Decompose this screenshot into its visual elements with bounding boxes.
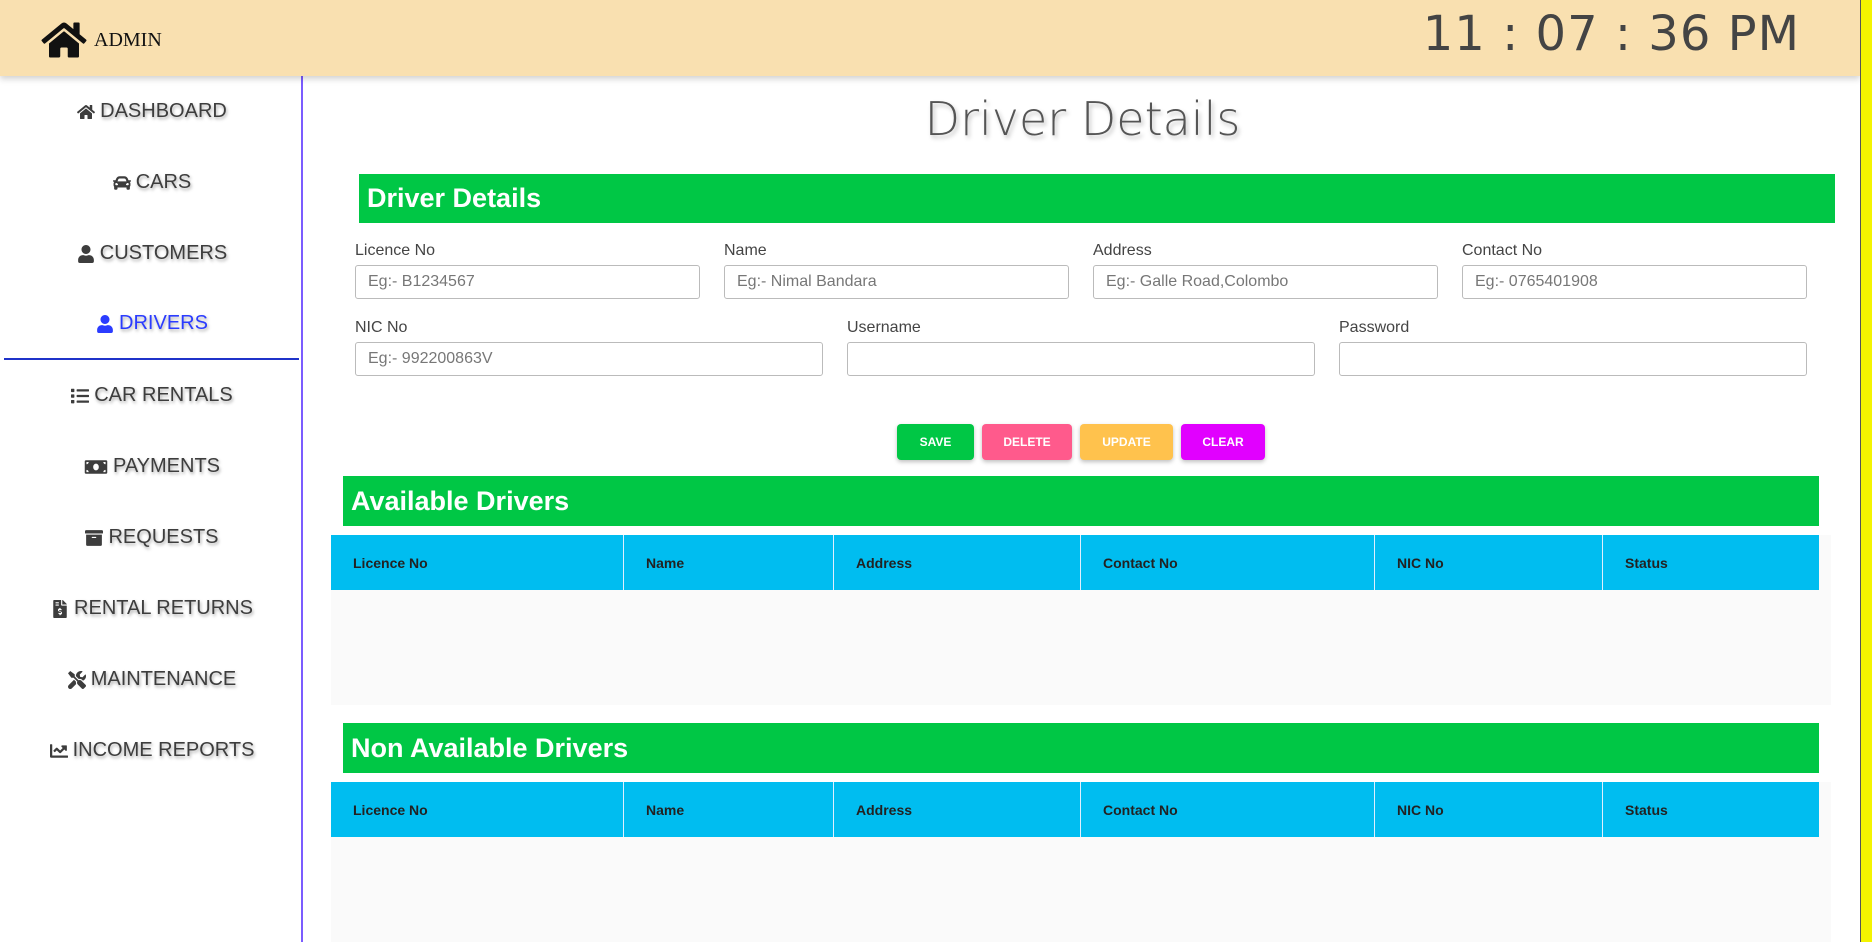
list-icon: [70, 386, 90, 406]
name-input[interactable]: [724, 265, 1069, 299]
address-input[interactable]: [1093, 265, 1438, 299]
column-header-nic[interactable]: NIC No: [1375, 782, 1603, 837]
home-icon: [76, 102, 96, 122]
password-label: Password: [1339, 319, 1410, 336]
sidebar-item-label: PAYMENTS: [112, 455, 221, 477]
clear-button[interactable]: CLEAR: [1181, 424, 1265, 460]
form-section-header: Driver Details: [359, 174, 1835, 223]
sidebar-item-label: DRIVERS: [119, 312, 208, 334]
update-button[interactable]: UPDATE: [1080, 424, 1173, 460]
car-icon: [112, 173, 132, 193]
available-drivers-table: Licence No Name Address Contact No NIC N…: [331, 535, 1831, 705]
nic-input[interactable]: [355, 342, 823, 376]
save-button[interactable]: SAVE: [897, 424, 974, 460]
delete-button[interactable]: DELETE: [982, 424, 1072, 460]
sidebar-item-car-rentals[interactable]: CAR RENTALS: [4, 360, 299, 431]
sidebar-item-cars[interactable]: CARS: [4, 147, 299, 218]
sidebar-item-label: DASHBOARD: [100, 100, 227, 122]
sidebar-item-label: RENTAL RETURNS: [74, 597, 253, 619]
table-header-row: Licence No Name Address Contact No NIC N…: [331, 782, 1819, 837]
available-drivers-header: Available Drivers: [343, 476, 1819, 526]
sidebar-item-income-reports[interactable]: INCOME REPORTS: [4, 715, 299, 786]
sidebar-item-customers[interactable]: CUSTOMERS: [4, 218, 299, 289]
scrollbar[interactable]: [1860, 0, 1872, 942]
brand[interactable]: ADMIN: [40, 20, 162, 60]
address-label: Address: [1093, 242, 1152, 259]
name-label: Name: [724, 242, 767, 259]
sidebar-item-label: MAINTENANCE: [90, 668, 237, 690]
sidebar-item-label: CAR RENTALS: [94, 384, 233, 406]
sidebar-item-label: CUSTOMERS: [99, 242, 228, 264]
contact-input[interactable]: [1462, 265, 1807, 299]
page-title: Driver Details: [924, 92, 1241, 146]
username-label: Username: [847, 319, 921, 336]
column-header-status[interactable]: Status: [1603, 782, 1819, 837]
username-input[interactable]: [847, 342, 1315, 376]
sidebar-item-label: INCOME REPORTS: [72, 739, 255, 761]
archive-icon: [84, 528, 104, 548]
column-header-licence[interactable]: Licence No: [331, 782, 624, 837]
sidebar-item-drivers[interactable]: DRIVERS: [4, 289, 299, 360]
tools-icon: [67, 670, 87, 690]
top-bar: ADMIN 11 : 07 : 36 PM: [0, 0, 1860, 76]
clock: 11 : 07 : 36 PM: [1422, 6, 1800, 62]
sidebar-item-payments[interactable]: PAYMENTS: [4, 431, 299, 502]
column-header-licence[interactable]: Licence No: [331, 535, 624, 590]
column-header-address[interactable]: Address: [834, 782, 1081, 837]
sidebar-item-maintenance[interactable]: MAINTENANCE: [4, 644, 299, 715]
licence-input[interactable]: [355, 265, 700, 299]
user-icon: [76, 244, 96, 264]
user-icon: [95, 314, 115, 334]
nic-label: NIC No: [355, 319, 408, 336]
chart-line-icon: [49, 741, 69, 761]
password-input[interactable]: [1339, 342, 1807, 376]
sidebar: DASHBOARD CARS CUSTOMERS DRIVERS CAR REN…: [0, 76, 303, 942]
invoice-icon: [50, 599, 70, 619]
column-header-status[interactable]: Status: [1603, 535, 1819, 590]
column-header-name[interactable]: Name: [624, 782, 834, 837]
table-header-row: Licence No Name Address Contact No NIC N…: [331, 535, 1819, 590]
licence-label: Licence No: [355, 242, 436, 259]
brand-label: ADMIN: [94, 28, 162, 51]
sidebar-item-dashboard[interactable]: DASHBOARD: [4, 76, 299, 147]
non-available-drivers-table: Licence No Name Address Contact No NIC N…: [331, 782, 1831, 942]
sidebar-item-requests[interactable]: REQUESTS: [4, 502, 299, 573]
column-header-address[interactable]: Address: [834, 535, 1081, 590]
main-content: Driver Details Driver Details Licence No…: [305, 76, 1860, 942]
money-icon: [83, 457, 109, 477]
column-header-nic[interactable]: NIC No: [1375, 535, 1603, 590]
column-header-contact[interactable]: Contact No: [1081, 535, 1375, 590]
column-header-contact[interactable]: Contact No: [1081, 782, 1375, 837]
contact-label: Contact No: [1462, 242, 1543, 259]
sidebar-item-rental-returns[interactable]: RENTAL RETURNS: [4, 573, 299, 644]
sidebar-item-label: CARS: [135, 171, 192, 193]
sidebar-item-label: REQUESTS: [108, 526, 219, 548]
home-icon: [41, 22, 87, 58]
column-header-name[interactable]: Name: [624, 535, 834, 590]
non-available-drivers-header: Non Available Drivers: [343, 723, 1819, 773]
